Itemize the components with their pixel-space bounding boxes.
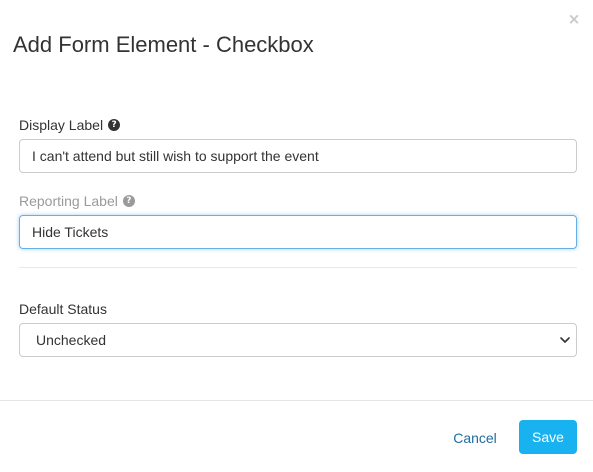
default-status-value: Unchecked	[36, 332, 107, 348]
save-button[interactable]: Save	[519, 420, 577, 454]
display-label-heading: Display Label ?	[19, 116, 121, 134]
question-circle-icon[interactable]: ?	[108, 119, 121, 131]
display-label-input[interactable]: I can't attend but still wish to support…	[19, 139, 577, 173]
chevron-down-icon	[560, 337, 570, 343]
footer-divider	[0, 400, 593, 401]
close-icon[interactable]: ×	[567, 11, 581, 27]
question-circle-icon[interactable]: ?	[122, 195, 135, 207]
default-status-heading: Default Status	[19, 300, 107, 318]
dialog-title: Add Form Element - Checkbox	[13, 32, 314, 57]
reporting-label-heading: Reporting Label ?	[19, 192, 135, 210]
display-label-text: Display Label	[19, 117, 104, 133]
cancel-button[interactable]: Cancel	[447, 427, 503, 449]
reporting-label-input[interactable]: Hide Tickets	[19, 215, 577, 249]
section-divider	[19, 267, 577, 268]
add-form-element-dialog: × Add Form Element - Checkbox Display La…	[0, 0, 593, 472]
default-status-select[interactable]: Unchecked	[19, 323, 577, 357]
reporting-label-text: Reporting Label	[19, 193, 118, 209]
default-status-text: Default Status	[19, 301, 107, 317]
